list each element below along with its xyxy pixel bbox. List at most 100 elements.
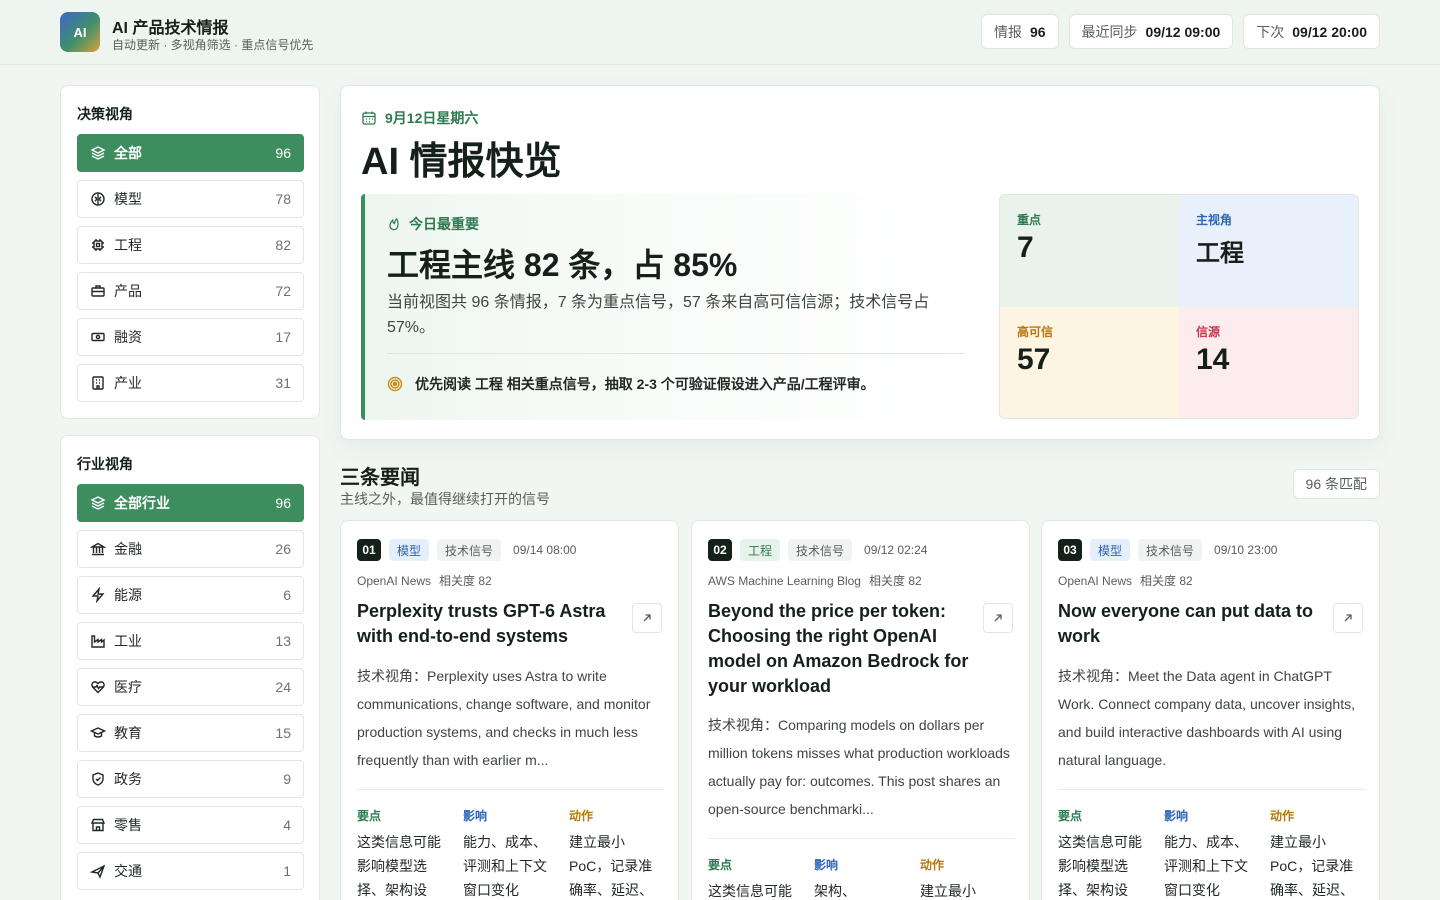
action-column: 动作建立最小 PoC，记录准确率、延迟、 [1270, 807, 1365, 900]
column-text: 建立最小 PoC，记录准确率、延迟、 [1270, 834, 1354, 898]
app-title: AI 产品技术情报 [112, 20, 229, 37]
stat-key-signals: 重点 7 [1000, 195, 1179, 307]
stat-high-credibility: 高可信 57 [1000, 307, 1179, 418]
focus-headline: 工程主线 82 条，占 85% [387, 247, 738, 283]
external-link-icon [643, 614, 651, 622]
item-count: 24 [275, 679, 291, 695]
divider [357, 789, 664, 790]
stat-label: 信源 [1196, 325, 1221, 339]
header-status-pills: 情报 96 最近同步 09/12 09:00 下次 09/12 20:00 [980, 14, 1380, 49]
card-title[interactable]: Perplexity trusts GPT-6 Astra with end-t… [357, 599, 622, 649]
signal-tag: 技术信号 [437, 539, 502, 561]
relevance: 相关度 82 [1140, 574, 1193, 588]
item-count: 26 [275, 541, 291, 557]
industry-item-healthcare[interactable]: 医疗 24 [77, 668, 304, 706]
card-meta-row: 02 工程 技术信号 09/12 02:24 [708, 539, 927, 561]
item-label: 产品 [114, 283, 142, 299]
key-point-column: 要点 这类信息可能 [708, 856, 814, 900]
pill-label: 下次 [1256, 23, 1285, 40]
decision-item-engineering[interactable]: 工程 82 [77, 226, 304, 264]
news-card[interactable]: 03 模型 技术信号 09/10 23:00 OpenAI News 相关度 82… [1041, 520, 1380, 900]
match-count-badge: 96 条匹配 [1292, 469, 1380, 499]
column-heading: 要点 [357, 809, 382, 823]
action-column: 动作 建立最小 [920, 856, 1015, 900]
open-link-button[interactable] [983, 603, 1013, 633]
focus-label-text: 今日最重要 [409, 216, 479, 232]
item-count: 31 [275, 375, 291, 391]
open-link-button[interactable] [1333, 603, 1363, 633]
column-heading: 影响 [814, 858, 839, 872]
action-column: 动作 建立最小 PoC，记录准确率、延迟、 [569, 807, 664, 900]
industry-item-energy[interactable]: 能源 6 [77, 576, 304, 614]
page-title: AI 情报快览 [361, 141, 562, 183]
panel-title: 决策视角 [77, 106, 133, 122]
item-label: 工程 [114, 237, 142, 253]
column-heading: 影响 [463, 809, 488, 823]
news-card[interactable]: 02 工程 技术信号 09/12 02:24 AWS Machine Learn… [691, 520, 1030, 900]
column-heading: 动作 [1270, 809, 1295, 823]
external-link-icon [994, 614, 1002, 622]
section-subtitle: 主线之外，最值得继续打开的信号 [340, 491, 550, 507]
industry-view-panel: 行业视角 全部行业 96 金融 26 能源 6 工业 13 医疗 24 教育 1… [60, 435, 320, 900]
column-heading: 动作 [569, 809, 594, 823]
item-count: 17 [275, 329, 291, 345]
target-icon [387, 376, 403, 392]
item-count: 6 [283, 587, 291, 603]
item-count: 96 [275, 145, 291, 161]
stat-value: 工程 [1196, 240, 1244, 267]
key-point-column: 要点 这类信息可能影响模型选择、架构设 [357, 807, 463, 900]
news-card[interactable]: 01 模型 技术信号 09/14 08:00 OpenAI News 相关度 82… [340, 520, 679, 900]
item-count: 9 [283, 771, 291, 787]
divider [387, 353, 964, 354]
decision-item-product[interactable]: 产品 72 [77, 272, 304, 310]
item-label: 交通 [114, 863, 142, 879]
industry-item-all[interactable]: 全部行业 96 [77, 484, 304, 522]
focus-tip: 优先阅读 工程 相关重点信号，抽取 2-3 个可验证假设进入产品/工程评审。 [387, 374, 875, 394]
overview-hero: 9月12日星期六 AI 情报快览 今日最重要 工程主线 82 条，占 85% 当… [340, 85, 1380, 440]
industry-item-government[interactable]: 政务 9 [77, 760, 304, 798]
item-count: 1 [283, 863, 291, 879]
bank-icon [90, 541, 106, 557]
column-text: 这类信息可能 [708, 883, 792, 899]
focus-description: 当前视图共 96 条情报，7 条为重点信号，57 条来自高可信信源；技术信号占 … [387, 294, 930, 336]
decision-item-industry[interactable]: 产业 31 [77, 364, 304, 402]
zap-icon [90, 587, 106, 603]
last-sync-pill: 最近同步 09/12 09:00 [1068, 14, 1234, 49]
decision-item-model[interactable]: 模型 78 [77, 180, 304, 218]
cpu-icon [90, 237, 106, 253]
open-link-button[interactable] [632, 603, 662, 633]
focus-tip-text: 优先阅读 工程 相关重点信号，抽取 2-3 个可验证假设进入产品/工程评审。 [415, 376, 875, 392]
card-number: 01 [357, 539, 381, 561]
layers-icon [90, 145, 106, 161]
column-heading: 动作 [920, 858, 945, 872]
impact-column: 影响 能力、成本、评测和上下文窗口变化 [1164, 807, 1270, 900]
card-title[interactable]: Now everyone can put data to work [1058, 599, 1323, 649]
intel-count-pill: 情报 96 [980, 14, 1059, 49]
decision-item-funding[interactable]: 融资 17 [77, 318, 304, 356]
card-analysis: 要点 这类信息可能影响模型选择、架构设 影响 能力、成本、评测和上下文窗口变化 动作… [357, 807, 664, 900]
item-count: 72 [275, 283, 291, 299]
pill-label: 最近同步 [1081, 23, 1138, 40]
item-label: 产业 [114, 375, 142, 391]
card-time: 09/14 08:00 [513, 543, 577, 557]
heart-pulse-icon [90, 679, 106, 695]
section-title: 三条要闻 [340, 467, 420, 489]
industry-item-education[interactable]: 教育 15 [77, 714, 304, 752]
plane-icon [90, 863, 106, 879]
factory-icon [90, 633, 106, 649]
card-summary: 技术视角：Meet the Data agent in ChatGPT Work… [1058, 668, 1356, 768]
item-label: 全部行业 [114, 495, 170, 511]
decision-view-panel: 决策视角 全部 96 模型 78 工程 82 产品 72 融资 17 产业 31 [60, 85, 320, 419]
source-name: OpenAI News [357, 574, 432, 588]
industry-item-finance[interactable]: 金融 26 [77, 530, 304, 568]
card-meta-row: 03 模型 技术信号 09/10 23:00 [1058, 539, 1277, 561]
category-tag: 模型 [389, 539, 430, 561]
industry-item-retail[interactable]: 零售 4 [77, 806, 304, 844]
graduation-cap-icon [90, 725, 106, 741]
category-tag: 模型 [1090, 539, 1131, 561]
industry-item-transport[interactable]: 交通 1 [77, 852, 304, 890]
app-subtitle: 自动更新 · 多视角筛选 · 重点信号优先 [112, 38, 314, 52]
card-title[interactable]: Beyond the price per token: Choosing the… [708, 599, 973, 699]
decision-item-all[interactable]: 全部 96 [77, 134, 304, 172]
industry-item-manufacturing[interactable]: 工业 13 [77, 622, 304, 660]
